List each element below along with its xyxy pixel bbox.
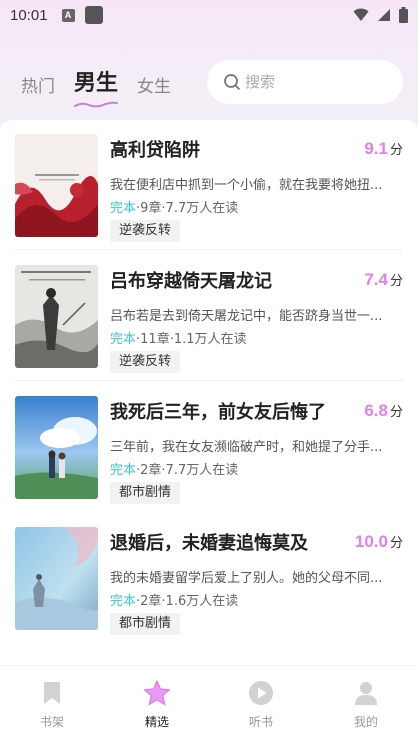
book-title[interactable]: 我死后三年，前女友后悔了 bbox=[110, 398, 326, 424]
book-score: 10.0 分 bbox=[355, 532, 403, 552]
score-unit: 分 bbox=[389, 536, 403, 551]
bookmark-icon bbox=[17, 680, 87, 706]
nav-label: 听书 bbox=[248, 715, 273, 729]
book-description: 吕布若是去到倚天屠龙记中，能否跻身当世一... bbox=[110, 309, 383, 324]
completion-status: 完本 bbox=[110, 332, 137, 347]
book-meta: 完本·2章·1.6万人在读 bbox=[110, 590, 238, 609]
book-score: 7.4 分 bbox=[364, 270, 403, 290]
book-list: 高利贷陷阱 9.1 分 我在便利店中抓到一个小偷，就在我要将她扭... 完本·9… bbox=[0, 120, 418, 665]
notification-a-icon: A bbox=[61, 8, 75, 22]
search-input[interactable] bbox=[245, 73, 385, 91]
notification-square-icon bbox=[84, 6, 103, 24]
book-stats: ·9章·7.7万人在读 bbox=[136, 201, 239, 216]
genre-tag[interactable]: 逆袭反转 bbox=[110, 220, 181, 242]
nav-item-profile[interactable]: 我的 bbox=[331, 680, 401, 730]
status-bar: 10:01 A bbox=[0, 0, 418, 30]
book-score: 6.8 分 bbox=[364, 401, 403, 421]
nav-item-audiobook[interactable]: 听书 bbox=[226, 680, 296, 730]
score-value: 6.8 bbox=[364, 401, 388, 420]
book-description: 我在便利店中抓到一个小偷，就在我要将她扭... bbox=[110, 178, 383, 193]
book-cover[interactable] bbox=[15, 527, 98, 630]
tab-female[interactable]: 女生 bbox=[137, 72, 171, 97]
book-cover[interactable] bbox=[15, 134, 98, 237]
nav-label: 我的 bbox=[353, 715, 378, 729]
book-title[interactable]: 高利贷陷阱 bbox=[110, 136, 200, 162]
book-title[interactable]: 吕布穿越倚天屠龙记 bbox=[110, 267, 272, 293]
top-nav: 热门 男生 女生 bbox=[0, 58, 418, 108]
book-meta: 完本·9章·7.7万人在读 bbox=[110, 197, 238, 216]
book-stats: ·2章·7.7万人在读 bbox=[136, 463, 239, 478]
status-indicators bbox=[353, 7, 408, 23]
star-icon bbox=[122, 680, 192, 706]
nav-label: 书架 bbox=[39, 715, 64, 729]
play-icon bbox=[226, 680, 296, 706]
book-meta: 完本·2章·7.7万人在读 bbox=[110, 459, 238, 478]
book-title[interactable]: 退婚后，未婚妻追悔莫及 bbox=[110, 529, 308, 555]
search-icon bbox=[223, 73, 241, 91]
search-box[interactable] bbox=[207, 60, 403, 104]
tab-hot[interactable]: 热门 bbox=[21, 72, 55, 97]
signal-icon bbox=[377, 8, 391, 22]
genre-tag[interactable]: 逆袭反转 bbox=[110, 351, 181, 373]
completion-status: 完本 bbox=[110, 463, 137, 478]
user-icon bbox=[331, 680, 401, 706]
book-score: 9.1 分 bbox=[364, 139, 403, 159]
nav-item-featured[interactable]: 精选 bbox=[122, 680, 192, 730]
score-value: 10.0 bbox=[354, 532, 388, 551]
nav-item-bookshelf[interactable]: 书架 bbox=[17, 680, 87, 730]
book-cover[interactable] bbox=[15, 396, 98, 499]
score-value: 9.1 bbox=[364, 139, 388, 158]
book-description: 三年前，我在女友濒临破产时，和她提了分手... bbox=[110, 440, 383, 455]
status-time: 10:01 bbox=[10, 6, 48, 24]
book-description: 我的未婚妻留学后爱上了别人。她的父母不同... bbox=[110, 571, 383, 586]
book-stats: ·11章·1.1万人在读 bbox=[136, 332, 247, 347]
book-meta: 完本·11章·1.1万人在读 bbox=[110, 328, 247, 347]
book-item[interactable]: 退婚后，未婚妻追悔莫及 10.0 分 我的未婚妻留学后爱上了别人。她的父母不同.… bbox=[0, 513, 418, 643]
bottom-nav: 书架 精选 听书 我的 bbox=[0, 665, 418, 743]
divider bbox=[15, 249, 403, 250]
score-unit: 分 bbox=[389, 143, 403, 158]
book-item[interactable]: 吕布穿越倚天屠龙记 7.4 分 吕布若是去到倚天屠龙记中，能否跻身当世一... … bbox=[0, 251, 418, 381]
book-item[interactable]: 我死后三年，前女友后悔了 6.8 分 三年前，我在女友濒临破产时，和她提了分手.… bbox=[0, 382, 418, 512]
score-value: 7.4 bbox=[364, 270, 388, 289]
tab-active-indicator bbox=[74, 94, 118, 113]
completion-status: 完本 bbox=[110, 594, 137, 609]
completion-status: 完本 bbox=[110, 201, 137, 216]
book-item[interactable]: 高利贷陷阱 9.1 分 我在便利店中抓到一个小偷，就在我要将她扭... 完本·9… bbox=[0, 120, 418, 250]
score-unit: 分 bbox=[389, 405, 403, 420]
nav-label: 精选 bbox=[144, 715, 169, 729]
genre-tag[interactable]: 都市剧情 bbox=[110, 482, 181, 504]
wifi-icon bbox=[353, 8, 369, 22]
genre-tag[interactable]: 都市剧情 bbox=[110, 613, 181, 635]
book-cover[interactable] bbox=[15, 265, 98, 368]
tab-male[interactable]: 男生 bbox=[74, 65, 118, 97]
battery-icon bbox=[399, 7, 408, 23]
score-unit: 分 bbox=[389, 274, 403, 289]
book-stats: ·2章·1.6万人在读 bbox=[136, 594, 239, 609]
divider bbox=[15, 380, 403, 381]
